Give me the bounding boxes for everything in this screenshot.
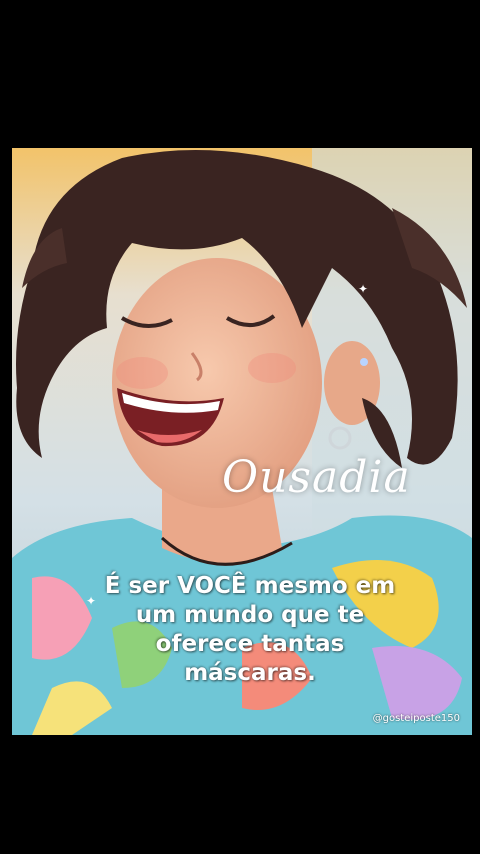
quote-line: É ser VOCÊ mesmo em: [104, 573, 396, 599]
quote-line: oferece tantas: [155, 631, 345, 657]
quote-line: um mundo que te: [135, 602, 365, 628]
quote-line: máscaras.: [184, 660, 316, 686]
overlay-quote: É ser VOCÊ mesmo em um mundo que te ofer…: [60, 572, 440, 688]
overlay-title: Ousadia: [222, 452, 411, 503]
watermark-handle: @gosteiposte150: [372, 713, 460, 724]
sparkle-icon: ✦: [358, 282, 369, 296]
